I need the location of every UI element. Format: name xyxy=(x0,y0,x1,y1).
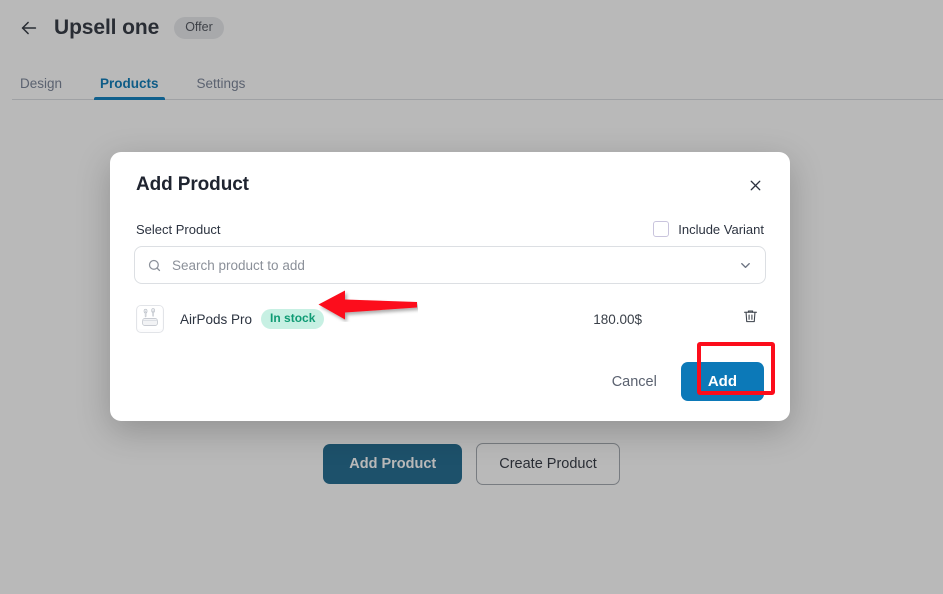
tab-settings[interactable]: Settings xyxy=(187,76,256,100)
product-price: 180.00$ xyxy=(593,311,642,327)
search-product-field[interactable]: Search product to add xyxy=(134,246,766,284)
airpods-product-image xyxy=(138,306,162,332)
add-button-wrapper: Add xyxy=(680,362,764,401)
select-product-label: Select Product xyxy=(136,221,221,237)
app-root: Upsell one Offer Design Products Setting… xyxy=(0,0,943,594)
trash-icon xyxy=(742,308,759,330)
close-button[interactable] xyxy=(742,175,768,201)
tab-design[interactable]: Design xyxy=(10,76,72,100)
modal-title: Add Product xyxy=(136,174,249,195)
select-product-row: Select Product Include Variant xyxy=(134,221,766,237)
product-list-item: AirPods Pro In stock 180.00$ xyxy=(134,302,766,336)
modal-header: Add Product xyxy=(134,174,766,201)
close-icon xyxy=(747,177,764,199)
search-icon xyxy=(147,258,162,273)
modal-footer: Cancel Add xyxy=(134,362,766,401)
include-variant-checkbox[interactable] xyxy=(653,221,670,237)
product-thumbnail xyxy=(136,305,164,333)
status-badge: In stock xyxy=(261,308,325,330)
tab-products[interactable]: Products xyxy=(90,76,169,100)
include-variant-toggle[interactable]: Include Variant xyxy=(653,221,764,237)
add-button[interactable]: Add xyxy=(680,362,764,401)
chevron-down-icon[interactable] xyxy=(738,258,753,273)
cancel-button[interactable]: Cancel xyxy=(602,366,667,398)
include-variant-label: Include Variant xyxy=(678,221,764,237)
search-input[interactable]: Search product to add xyxy=(172,258,738,273)
delete-product-button[interactable] xyxy=(738,307,762,331)
add-product-modal: Add Product Select Product Include Varia… xyxy=(110,152,790,421)
product-name: AirPods Pro xyxy=(180,311,253,327)
